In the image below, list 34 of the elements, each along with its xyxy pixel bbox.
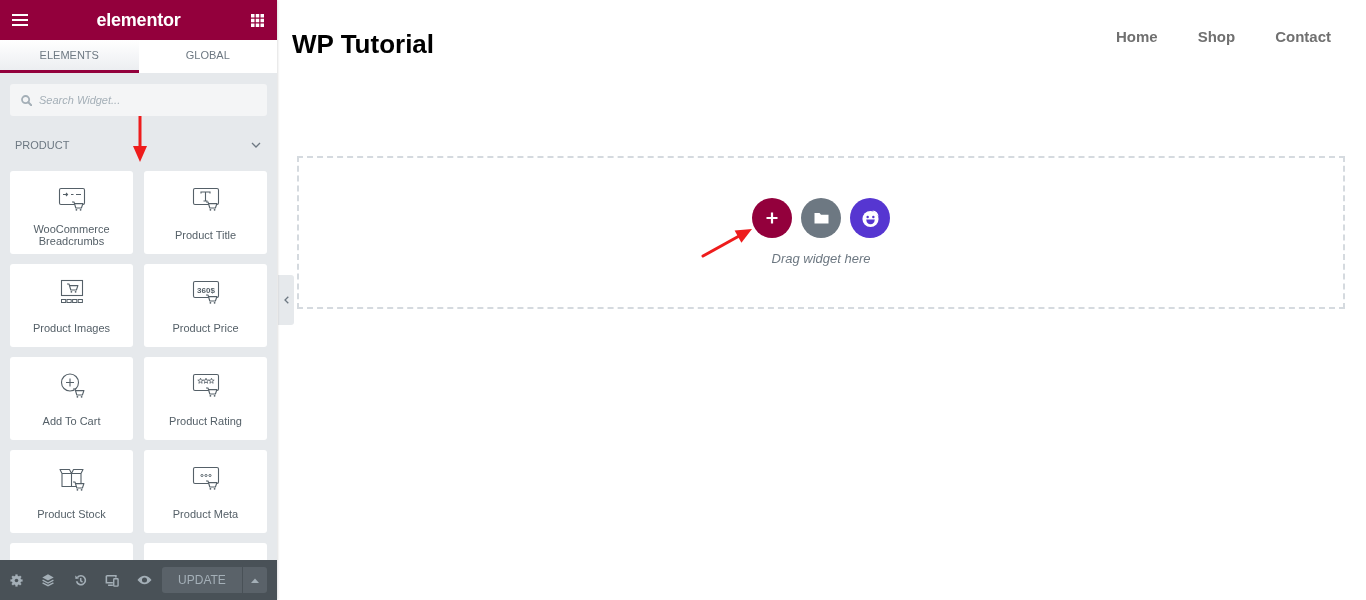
nav-link[interactable]: Shop [1197,26,1236,48]
add-section-button[interactable] [752,198,792,238]
search-icon [21,94,32,106]
widget-card[interactable]: Product Title [144,171,267,254]
chevron-left-icon [283,296,289,304]
menu-icon[interactable] [12,14,28,26]
template-library-button[interactable] [801,198,841,238]
smiley-icon [860,208,880,228]
folder-icon [813,212,829,224]
search-field[interactable]: Search Widget... [10,84,267,116]
widget-card[interactable]: Product Rating [144,357,267,440]
widget-card[interactable]: Product Stock [10,450,133,533]
widget-card[interactable]: Product Meta [144,450,267,533]
update-options-button[interactable] [243,567,267,593]
annotation-arrow [701,229,752,258]
nav-link[interactable]: Home [1115,26,1158,48]
responsive-devices-icon[interactable] [105,573,119,587]
nav-link[interactable]: Contact [1275,26,1331,48]
site-title: WP Tutorial [292,28,435,61]
smiley-button[interactable] [850,198,890,238]
caret-up-icon [251,577,259,583]
layers-icon[interactable] [41,573,55,587]
widget-card[interactable]: WooCommerce Breadcrumbs [10,171,133,254]
plus-icon [766,212,778,224]
eye-icon[interactable] [136,575,152,585]
annotation-arrow [133,116,147,162]
settings-icon[interactable] [9,573,23,587]
widget-card[interactable]: Product Images [10,264,133,347]
history-icon[interactable] [73,573,87,587]
logo: elementor [96,9,181,31]
drop-hint: Drag widget here [771,251,871,267]
apps-grid-icon[interactable] [250,13,264,27]
widget-card[interactable]: 360$ Product Price [144,264,267,347]
widget-card[interactable]: Add To Cart [10,357,133,440]
